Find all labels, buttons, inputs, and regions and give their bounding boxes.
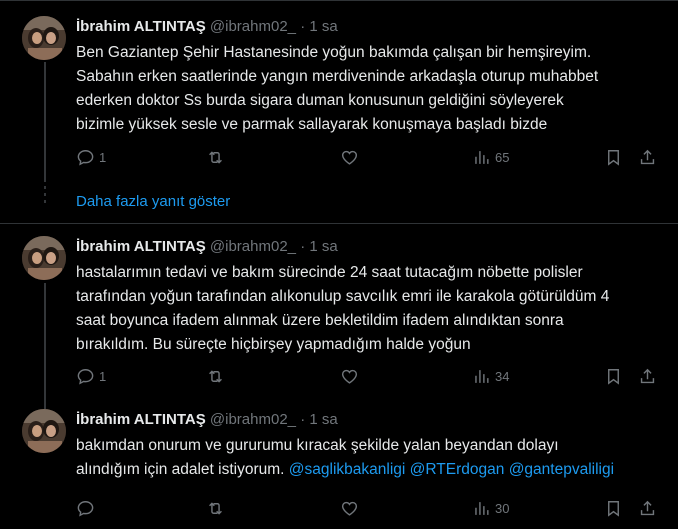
bookmark-icon	[608, 149, 619, 166]
bookmark-button[interactable]	[604, 145, 623, 169]
like-icon	[341, 369, 358, 384]
timestamp[interactable]: 1 sa	[309, 411, 337, 428]
tweet-text-line: saat boyunca ifadem alınmak üzere beklet…	[76, 312, 564, 329]
tweet-actions: 1 65	[76, 145, 666, 169]
like-button[interactable]	[340, 145, 363, 169]
views-icon	[475, 501, 489, 515]
avatar[interactable]	[22, 16, 66, 60]
share-button[interactable]	[638, 364, 657, 388]
avatar[interactable]	[22, 409, 66, 453]
reply-button[interactable]	[76, 496, 99, 520]
views-button[interactable]: 30	[472, 496, 509, 520]
tweet-header: İbrahim ALTINTAŞ @ibrahm02_ · 1 sa	[76, 410, 338, 430]
views-count: 30	[495, 500, 510, 516]
share-button[interactable]	[638, 496, 657, 520]
thread-dots	[42, 186, 48, 207]
retweet-icon	[209, 501, 222, 515]
bookmark-icon	[608, 500, 619, 517]
retweet-button[interactable]	[206, 496, 229, 520]
tweet-3[interactable]: İbrahim ALTINTAŞ @ibrahm02_ · 1 sa bakım…	[0, 396, 678, 529]
views-count: 65	[495, 149, 510, 165]
tweet-text-line: Sabahın erken saatlerinde yangın merdive…	[76, 68, 599, 85]
tweet-2[interactable]: İbrahim ALTINTAŞ @ibrahm02_ · 1 sa hasta…	[0, 224, 678, 396]
like-icon	[341, 150, 358, 165]
like-button[interactable]	[340, 364, 363, 388]
tweet-text-line: bizimle yüksek sesle ve parmak sallayara…	[76, 116, 548, 133]
reply-icon	[77, 368, 94, 385]
share-button[interactable]	[638, 145, 657, 169]
retweet-button[interactable]	[206, 364, 229, 388]
reply-icon	[77, 500, 94, 517]
avatar[interactable]	[22, 236, 66, 280]
bookmark-icon	[608, 368, 619, 385]
separator-dot: ·	[300, 238, 306, 255]
views-button[interactable]: 34	[472, 364, 509, 388]
like-icon	[341, 501, 358, 516]
username[interactable]: @ibrahm02_	[210, 18, 296, 35]
tweet-text-line: hastalarımın tedavi ve bakım sürecinde 2…	[76, 264, 583, 281]
tweet-header: İbrahim ALTINTAŞ @ibrahm02_ · 1 sa	[76, 17, 338, 37]
separator-dot: ·	[300, 18, 306, 35]
show-more-replies-link[interactable]: Daha fazla yanıt göster	[76, 192, 230, 212]
retweet-button[interactable]	[206, 145, 229, 169]
retweet-icon	[209, 150, 222, 164]
tweet-text: hastalarımın tedavi ve bakım sürecinde 2…	[76, 261, 668, 357]
timestamp[interactable]: 1 sa	[309, 18, 337, 35]
username[interactable]: @ibrahm02_	[210, 238, 296, 255]
reply-button[interactable]: 1	[76, 364, 106, 388]
share-icon	[640, 368, 655, 383]
share-icon	[640, 149, 655, 164]
username[interactable]: @ibrahm02_	[210, 411, 296, 428]
reply-count: 1	[99, 368, 107, 384]
display-name[interactable]: İbrahim ALTINTAŞ	[76, 238, 206, 255]
tweet-text-segment: alındığım için adalet istiyorum.	[76, 461, 285, 478]
views-icon	[475, 369, 489, 383]
tweet-text-line: alındığım için adalet istiyorum. @saglik…	[76, 458, 668, 482]
tweet-text: bakımdan onurum ve gururumu kıracak şeki…	[76, 434, 668, 482]
timestamp[interactable]: 1 sa	[309, 238, 337, 255]
like-button[interactable]	[340, 496, 363, 520]
mention-link[interactable]: @saglikbakanligi	[289, 461, 406, 478]
tweet-text-line: bırakıldım. Bu süreçte hiçbirşey yapmadı…	[76, 336, 471, 353]
bookmark-button[interactable]	[604, 496, 623, 520]
tweet-header: İbrahim ALTINTAŞ @ibrahm02_ · 1 sa	[76, 237, 338, 257]
reply-count: 1	[99, 149, 107, 165]
views-icon	[475, 150, 489, 164]
mention-link[interactable]: @gantepvaliligi	[509, 461, 614, 478]
tweet-actions: 30	[76, 496, 666, 520]
retweet-icon	[209, 369, 222, 383]
views-count: 34	[495, 368, 510, 384]
tweet-text-line: Ben Gaziantep Şehir Hastanesinde yoğun b…	[76, 44, 592, 61]
display-name[interactable]: İbrahim ALTINTAŞ	[76, 411, 206, 428]
tweet-text-line: tarafından yoğun tarafından alıkonulup s…	[76, 288, 610, 305]
display-name[interactable]: İbrahim ALTINTAŞ	[76, 18, 206, 35]
bookmark-button[interactable]	[604, 364, 623, 388]
tweet-text-line: ederken doktor Ss burda sigara duman kon…	[76, 92, 564, 109]
tweet-actions: 1 34	[76, 364, 666, 388]
tweet-1[interactable]: İbrahim ALTINTAŞ @ibrahm02_ · 1 sa Ben G…	[0, 0, 678, 180]
share-icon	[640, 500, 655, 515]
tweet-text: Ben Gaziantep Şehir Hastanesinde yoğun b…	[76, 41, 668, 137]
views-button[interactable]: 65	[472, 145, 509, 169]
reply-icon	[77, 149, 94, 166]
reply-button[interactable]: 1	[76, 145, 106, 169]
tweet-text-line: bakımdan onurum ve gururumu kıracak şeki…	[76, 437, 559, 454]
mention-link[interactable]: @RTErdogan	[410, 461, 505, 478]
separator-dot: ·	[300, 411, 306, 428]
